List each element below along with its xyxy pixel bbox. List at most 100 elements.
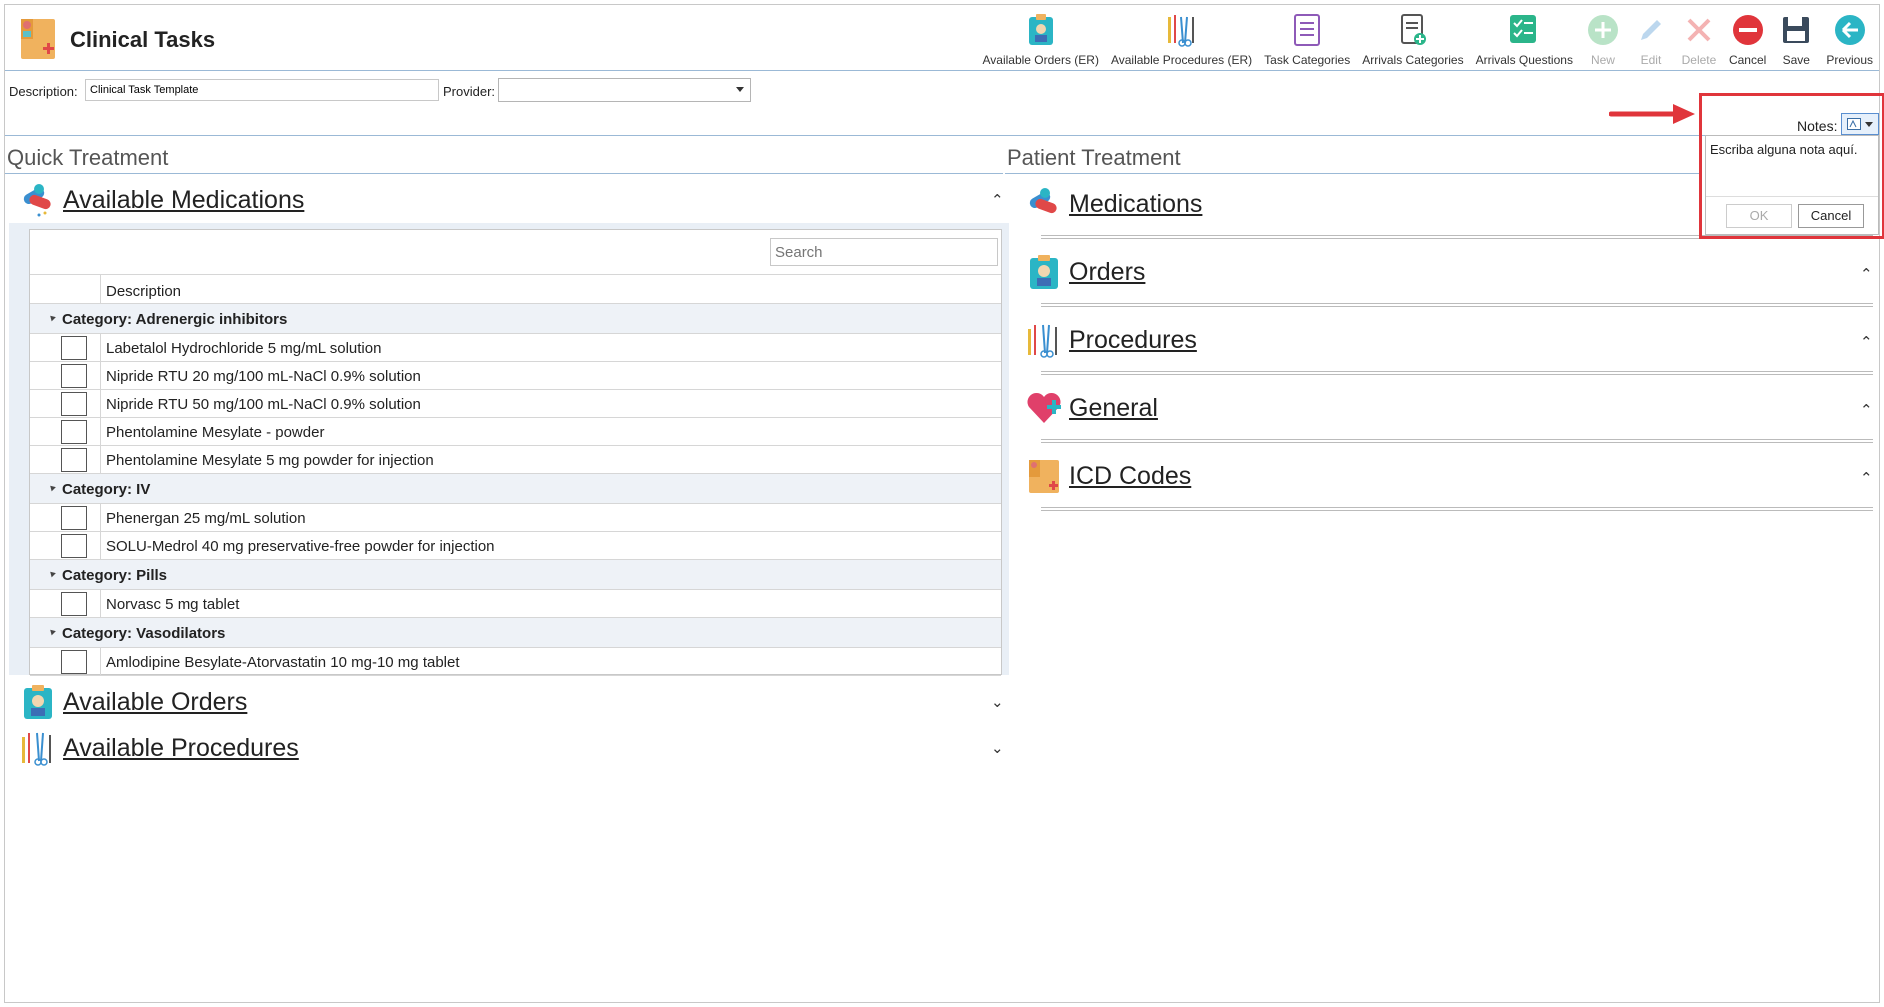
medication-name: Nipride RTU 50 mg/100 mL-NaCl 0.9% solut… <box>106 396 421 413</box>
collapse-icon[interactable]: ⌃ <box>1860 401 1873 419</box>
column-separator <box>100 590 101 618</box>
row-checkbox[interactable] <box>61 336 87 360</box>
form-row: Description: Provider: <box>5 77 1879 105</box>
table-row[interactable]: Norvasc 5 mg tablet <box>30 590 1001 618</box>
available-orders-er-button[interactable]: Available Orders (ER) <box>976 7 1104 69</box>
toolbar: Available Orders (ER) Available Procedur… <box>976 7 1879 69</box>
column-separator <box>100 648 101 676</box>
expand-triangle-icon[interactable] <box>48 627 56 636</box>
column-separator <box>100 275 101 305</box>
cancel-button[interactable]: Cancel <box>1723 7 1772 69</box>
grid-header: Description <box>30 274 1001 305</box>
chevron-down-icon <box>736 87 744 92</box>
collapse-icon[interactable]: ⌃ <box>1860 469 1873 487</box>
expand-triangle-icon[interactable] <box>48 569 56 578</box>
category-row[interactable]: Category: Adrenergic inhibitors <box>30 304 1001 334</box>
row-checkbox[interactable] <box>61 420 87 444</box>
category-row[interactable]: Category: Vasodilators <box>30 618 1001 648</box>
column-separator <box>100 446 101 474</box>
arrivals-questions-button[interactable]: Arrivals Questions <box>1470 7 1579 69</box>
heart-plus-icon <box>1027 392 1061 423</box>
chevron-down-icon[interactable]: ⌄ <box>991 739 1004 757</box>
toolbar-label: Available Orders (ER) <box>982 53 1099 67</box>
table-row[interactable]: Nipride RTU 50 mg/100 mL-NaCl 0.9% solut… <box>30 390 1001 418</box>
save-button[interactable]: Save <box>1772 7 1820 69</box>
table-row[interactable]: Phentolamine Mesylate 5 mg powder for in… <box>30 446 1001 474</box>
expand-triangle-icon[interactable] <box>48 483 56 492</box>
orders-title: Orders <box>1069 257 1146 286</box>
delete-button[interactable]: Delete <box>1675 7 1723 69</box>
table-row[interactable]: Phentolamine Mesylate - powder <box>30 418 1001 446</box>
previous-button[interactable]: Previous <box>1820 7 1879 69</box>
column-separator <box>100 418 101 446</box>
row-checkbox[interactable] <box>61 364 87 388</box>
task-categories-button[interactable]: Task Categories <box>1258 7 1356 69</box>
available-procedures-er-button[interactable]: Available Procedures (ER) <box>1105 7 1258 69</box>
patient-icd-codes-header[interactable]: ICD Codes <box>1025 457 1191 495</box>
patient-general-header[interactable]: General <box>1025 389 1158 427</box>
pills-icon <box>1029 188 1057 214</box>
medication-name: Phentolamine Mesylate 5 mg powder for in… <box>106 452 434 469</box>
medication-name: Amlodipine Besylate-Atorvastatin 10 mg-1… <box>106 654 460 671</box>
chevron-down-icon[interactable]: ⌄ <box>991 693 1004 711</box>
orders-icon <box>1030 255 1058 289</box>
row-checkbox[interactable] <box>61 592 87 616</box>
available-procedures-header[interactable]: Available Procedures <box>19 729 299 767</box>
provider-select[interactable] <box>498 78 751 102</box>
row-checkbox[interactable] <box>61 650 87 674</box>
floppy-icon <box>1778 11 1814 49</box>
column-separator <box>100 504 101 532</box>
row-checkbox[interactable] <box>61 506 87 530</box>
arrivals-categories-button[interactable]: Arrivals Categories <box>1356 7 1469 69</box>
patient-procedures-header[interactable]: Procedures <box>1025 321 1197 359</box>
divider <box>1041 303 1873 307</box>
grid-rows: Category: Adrenergic inhibitors Labetalo… <box>30 304 1001 676</box>
divider <box>5 173 1003 174</box>
patient-orders-header[interactable]: Orders <box>1025 253 1145 291</box>
category-label: Category: Pills <box>62 567 168 584</box>
category-label: Category: IV <box>62 481 151 498</box>
row-checkbox[interactable] <box>61 534 87 558</box>
row-checkbox[interactable] <box>61 448 87 472</box>
category-row[interactable]: Category: IV <box>30 474 1001 504</box>
search-input[interactable] <box>770 238 998 266</box>
orders-icon <box>1023 11 1059 49</box>
toolbar-label: Cancel <box>1728 53 1767 67</box>
category-label: Category: Vasodilators <box>62 625 226 642</box>
available-medications-header[interactable]: Available Medications <box>19 181 304 219</box>
app-window: Clinical Tasks Available Orders (ER) Ava… <box>4 4 1884 1003</box>
toolbar-label: Arrivals Categories <box>1362 53 1464 67</box>
category-row[interactable]: Category: Pills <box>30 560 1001 590</box>
description-column-header[interactable]: Description <box>106 283 181 300</box>
description-input[interactable] <box>85 79 439 101</box>
table-row[interactable]: Phenergan 25 mg/mL solution <box>30 504 1001 532</box>
procedures-icon <box>1164 11 1200 49</box>
table-row[interactable]: Labetalol Hydrochloride 5 mg/mL solution <box>30 334 1001 362</box>
edit-button[interactable]: Edit <box>1627 7 1675 69</box>
table-row[interactable]: Nipride RTU 20 mg/100 mL-NaCl 0.9% solut… <box>30 362 1001 390</box>
row-checkbox[interactable] <box>61 392 87 416</box>
divider <box>1005 173 1699 174</box>
expand-triangle-icon[interactable] <box>48 313 56 322</box>
quick-treatment-title: Quick Treatment <box>7 145 169 170</box>
page-title: Clinical Tasks <box>70 27 216 52</box>
collapse-icon[interactable]: ⌃ <box>1860 333 1873 351</box>
collapse-icon[interactable]: ⌃ <box>991 191 1004 209</box>
collapse-icon[interactable]: ⌃ <box>1860 265 1873 283</box>
toolbar-label: Edit <box>1640 53 1662 67</box>
toolbar-label: Previous <box>1826 53 1873 67</box>
toolbar-label: Arrivals Questions <box>1475 53 1573 67</box>
available-orders-header[interactable]: Available Orders <box>19 683 247 721</box>
available-procedures-title: Available Procedures <box>63 733 299 762</box>
medications-grid: Description Category: Adrenergic inhibit… <box>29 229 1002 676</box>
clinical-tasks-icon <box>21 19 55 59</box>
medications-title: Medications <box>1069 189 1203 218</box>
table-row[interactable]: SOLU-Medrol 40 mg preservative-free powd… <box>30 532 1001 560</box>
new-button[interactable]: New <box>1579 7 1627 69</box>
patient-medications-header[interactable]: Medications <box>1025 185 1202 223</box>
table-row[interactable]: Amlodipine Besylate-Atorvastatin 10 mg-1… <box>30 648 1001 676</box>
general-title: General <box>1069 393 1158 422</box>
divider <box>1041 507 1873 511</box>
toolbar-label: Save <box>1782 53 1810 67</box>
column-separator <box>100 334 101 362</box>
